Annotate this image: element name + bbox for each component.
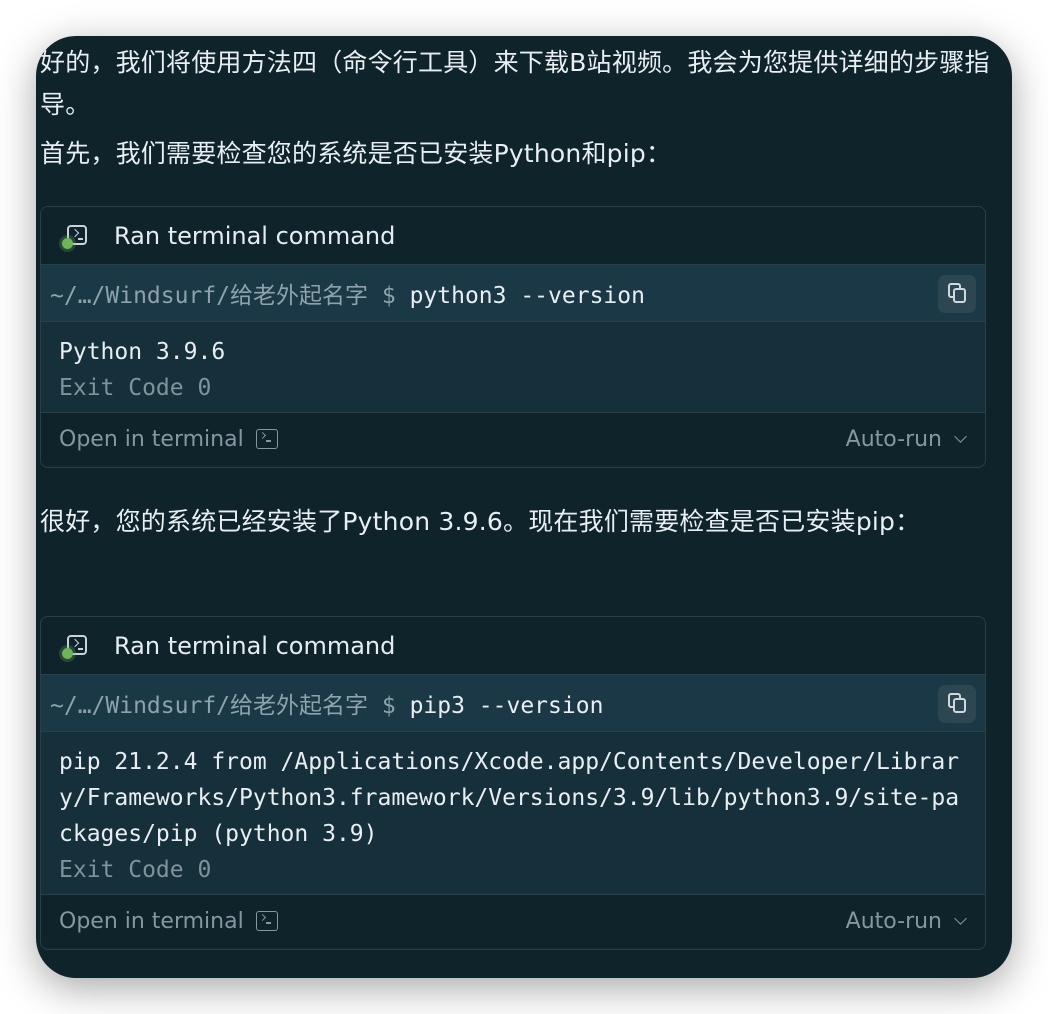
command-row: ~/…/Windsurf/给老外起名字 $ pip3 --version xyxy=(41,675,985,732)
command-prompt: ~/…/Windsurf/给老外起名字 $ python3 --version xyxy=(50,276,645,310)
terminal-icon xyxy=(255,429,278,449)
prompt-path: ~/…/Windsurf/给老外起名字 $ xyxy=(50,693,410,719)
card-title: Ran terminal command xyxy=(114,631,396,660)
copy-button[interactable] xyxy=(938,275,976,313)
output-text: pip 21.2.4 from /Applications/Xcode.app/… xyxy=(59,749,960,847)
command-prompt: ~/…/Windsurf/给老外起名字 $ pip3 --version xyxy=(50,686,603,720)
command-output: Python 3.9.6 Exit Code 0 xyxy=(41,322,985,413)
command-text: pip3 --version xyxy=(409,693,604,719)
auto-run-label: Auto-run xyxy=(845,908,942,934)
auto-run-dropdown[interactable]: Auto-run xyxy=(845,908,967,934)
copy-button[interactable] xyxy=(938,685,976,723)
command-output: pip 21.2.4 from /Applications/Xcode.app/… xyxy=(41,732,985,895)
exit-code: Exit Code 0 xyxy=(59,857,212,883)
status-dot xyxy=(62,238,73,249)
card-footer: Open in terminal Auto-run xyxy=(41,895,985,947)
chevron-down-icon xyxy=(954,430,967,443)
auto-run-dropdown[interactable]: Auto-run xyxy=(845,426,967,452)
assistant-message-python-ok: 很好，您的系统已经安装了Python 3.9.6。现在我们需要检查是否已安装pi… xyxy=(40,507,921,536)
output-text: Python 3.9.6 xyxy=(59,339,226,365)
auto-run-label: Auto-run xyxy=(845,426,942,452)
card-header[interactable]: Ran terminal command xyxy=(41,617,985,675)
assistant-message-check-python: 首先，我们需要检查您的系统是否已安装Python和pip： xyxy=(40,139,672,168)
open-in-terminal-button[interactable]: Open in terminal xyxy=(59,427,278,452)
chevron-down-icon xyxy=(954,912,967,925)
open-in-terminal-button[interactable]: Open in terminal xyxy=(59,909,278,934)
command-row: ~/…/Windsurf/给老外起名字 $ python3 --version xyxy=(41,265,985,322)
card-footer: Open in terminal Auto-run xyxy=(41,413,985,465)
card-header[interactable]: Ran terminal command xyxy=(41,207,985,265)
card-title: Ran terminal command xyxy=(114,221,396,250)
terminal-icon xyxy=(255,911,278,931)
open-in-terminal-label: Open in terminal xyxy=(59,426,244,452)
terminal-command-card: Ran terminal command ~/…/Windsurf/给老外起名字… xyxy=(40,616,986,950)
exit-code: Exit Code 0 xyxy=(59,375,212,401)
status-dot xyxy=(62,648,73,659)
terminal-command-card: Ran terminal command ~/…/Windsurf/给老外起名字… xyxy=(40,206,986,468)
open-in-terminal-label: Open in terminal xyxy=(59,908,244,934)
chat-panel: 好的，我们将使用方法四（命令行工具）来下载B站视频。我会为您提供详细的步骤指导。… xyxy=(36,36,1012,978)
terminal-icon xyxy=(62,223,91,249)
terminal-icon xyxy=(62,633,91,659)
prompt-path: ~/…/Windsurf/给老外起名字 $ xyxy=(50,283,410,309)
assistant-message-intro: 好的，我们将使用方法四（命令行工具）来下载B站视频。我会为您提供详细的步骤指导。 xyxy=(40,48,990,119)
command-text: python3 --version xyxy=(409,283,645,309)
